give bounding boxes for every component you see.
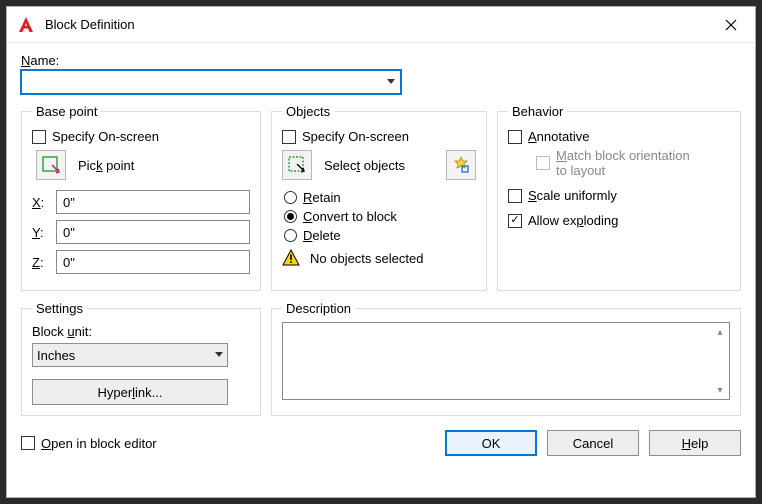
description-group: Description ▴ ▾ [271,301,741,416]
y-input[interactable] [56,220,250,244]
annotative-row[interactable]: Annotative [508,129,730,144]
select-objects-button[interactable] [282,150,312,180]
y-label: Y: [32,225,48,240]
description-box: ▴ ▾ [282,322,730,400]
ok-button[interactable]: OK [445,430,537,456]
objects-specify-checkbox[interactable] [282,130,296,144]
no-objects-warning: No objects selected [282,249,476,267]
allow-exploding-label: Allow exploding [528,213,618,228]
delete-radio[interactable] [284,229,297,242]
objects-group: Objects Specify On-screen Select object [271,104,487,291]
warning-icon [282,249,300,267]
scale-uniformly-label: Scale uniformly [528,188,617,203]
hyperlink-label: Hyperlink... [97,385,162,400]
objects-specify-row[interactable]: Specify On-screen [282,129,476,144]
x-input[interactable] [56,190,250,214]
dialog-body: Name: Base point Specify On-screen [7,43,755,497]
scale-uniformly-checkbox[interactable] [508,189,522,203]
delete-radio-row[interactable]: Delete [284,228,476,243]
basepoint-legend: Base point [32,104,101,119]
description-legend: Description [282,301,355,316]
pick-point-button[interactable] [36,150,66,180]
convert-radio-row[interactable]: Convert to block [284,209,476,224]
block-definition-dialog: Block Definition Name: Base point Specif… [6,6,756,498]
name-label: Name: [21,53,741,68]
name-dropdown-icon[interactable] [382,71,400,93]
open-in-editor-checkbox[interactable] [21,436,35,450]
name-input[interactable] [22,72,382,92]
basepoint-group: Base point Specify On-screen Pick point [21,104,261,291]
objects-legend: Objects [282,104,334,119]
help-button[interactable]: Help [649,430,741,456]
chevron-down-icon [215,352,223,358]
select-objects-label: Select objects [324,158,405,173]
allow-exploding-row[interactable]: Allow exploding [508,213,730,228]
scroll-up-icon[interactable]: ▴ [713,325,727,339]
block-unit-label: Block unit: [32,324,250,339]
convert-label: Convert to block [303,209,397,224]
objects-specify-label: Specify On-screen [302,129,409,144]
annotative-checkbox[interactable] [508,130,522,144]
scroll-down-icon[interactable]: ▾ [713,383,727,397]
retain-radio[interactable] [284,191,297,204]
annotative-label: Annotative [528,129,589,144]
z-label: Z: [32,255,48,270]
hyperlink-button[interactable]: Hyperlink... [32,379,228,405]
basepoint-specify-row[interactable]: Specify On-screen [32,129,250,144]
dialog-footer: Open in block editor OK Cancel Help [21,430,741,456]
retain-radio-row[interactable]: Retain [284,190,476,205]
delete-label: Delete [303,228,341,243]
basepoint-specify-label: Specify On-screen [52,129,159,144]
x-label: X: [32,195,48,210]
basepoint-specify-checkbox[interactable] [32,130,46,144]
warning-text: No objects selected [310,251,423,266]
name-section: Name: [21,53,741,94]
titlebar: Block Definition [7,7,755,43]
pick-point-label: Pick point [78,158,134,173]
open-in-editor-row[interactable]: Open in block editor [21,436,157,451]
open-in-editor-label: Open in block editor [41,436,157,451]
z-input[interactable] [56,250,250,274]
name-combobox[interactable] [21,70,401,94]
settings-group: Settings Block unit: Inches Hyperlink... [21,301,261,416]
autocad-app-icon [17,15,37,35]
settings-legend: Settings [32,301,87,316]
block-unit-select[interactable]: Inches [32,343,228,367]
window-title: Block Definition [45,17,709,32]
match-orientation-row: Match block orientation to layout [536,148,730,178]
close-button[interactable] [709,8,753,42]
quick-select-button[interactable] [446,150,476,180]
retain-label: Retain [303,190,341,205]
behavior-group: Behavior Annotative Match block orientat… [497,104,741,291]
match-orientation-label: Match block orientation to layout [556,148,690,178]
allow-exploding-checkbox[interactable] [508,214,522,228]
behavior-legend: Behavior [508,104,567,119]
convert-radio[interactable] [284,210,297,223]
description-textarea[interactable] [283,323,711,399]
match-orientation-checkbox [536,156,550,170]
scale-uniformly-row[interactable]: Scale uniformly [508,188,730,203]
block-unit-value: Inches [37,348,75,363]
cancel-button[interactable]: Cancel [547,430,639,456]
